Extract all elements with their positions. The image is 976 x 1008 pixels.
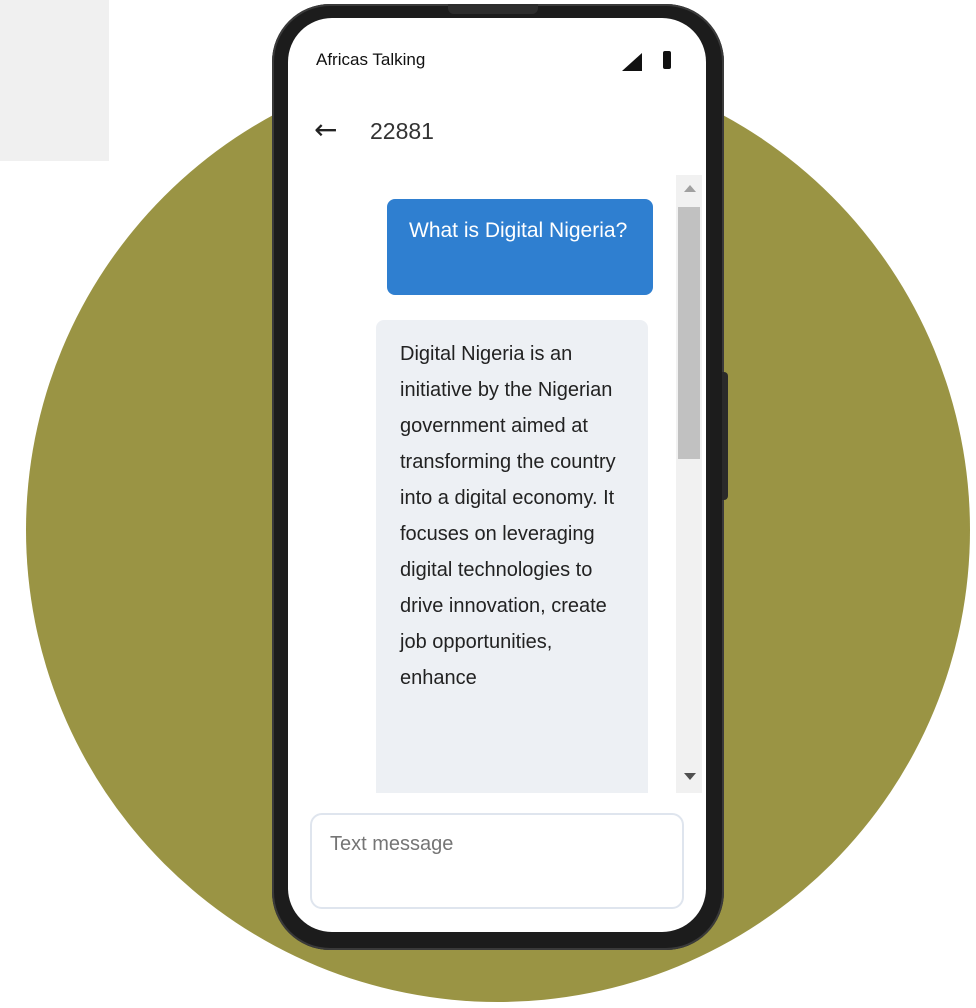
scroll-thumb[interactable]: [678, 207, 700, 459]
scroll-down-arrow-icon[interactable]: [684, 773, 696, 780]
phone-side-button: [722, 372, 728, 500]
arrow-left-icon[interactable]: ←: [314, 110, 337, 150]
scroll-up-arrow-icon[interactable]: [684, 185, 696, 192]
outgoing-message: What is Digital Nigeria?: [387, 199, 653, 295]
message-input[interactable]: [310, 813, 684, 909]
contact-number: 22881: [370, 118, 434, 144]
message-list[interactable]: What is Digital Nigeria? Digital Nigeria…: [288, 175, 706, 793]
phone-earpiece: [448, 4, 538, 14]
phone-screen: Africas Talking ← 22881 What is Digital …: [288, 18, 706, 932]
incoming-message: Digital Nigeria is an initiative by the …: [376, 320, 648, 793]
corner-panel: [0, 0, 109, 161]
carrier-name: Africas Talking: [316, 50, 426, 69]
signal-icon: [622, 53, 642, 71]
conversation-header: ← 22881: [288, 110, 706, 154]
scrollbar[interactable]: [676, 175, 702, 793]
status-bar: Africas Talking: [288, 18, 706, 98]
battery-icon: [663, 51, 671, 69]
